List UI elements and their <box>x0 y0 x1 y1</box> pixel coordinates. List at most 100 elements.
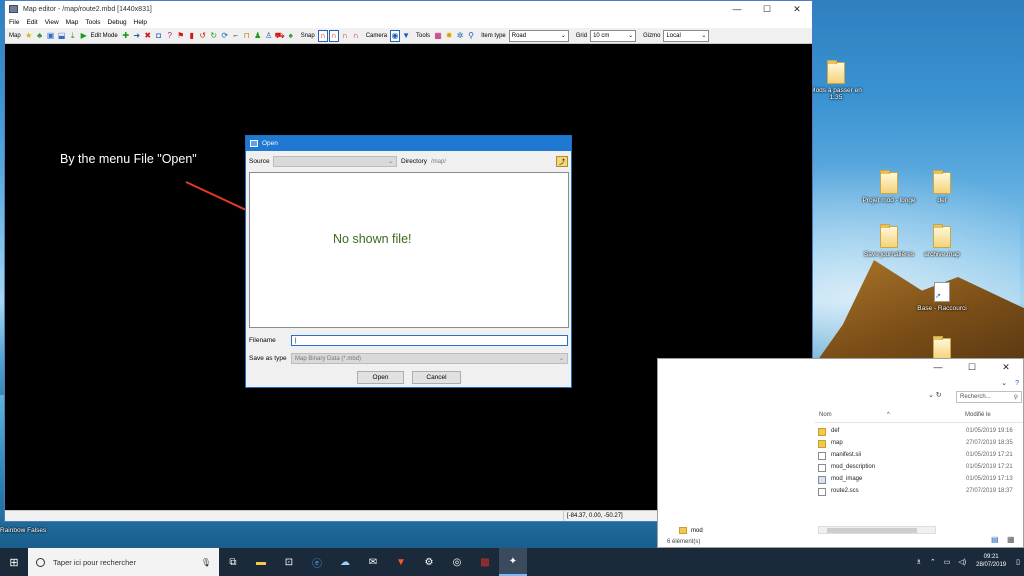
move-icon[interactable]: ➜ <box>132 30 142 41</box>
curve-icon[interactable]: ↺ <box>198 30 208 41</box>
car-icon[interactable]: ⛟ <box>275 30 285 41</box>
maximize-icon[interactable]: ☐ <box>955 359 989 375</box>
bench-icon[interactable]: ⊓ <box>242 30 252 41</box>
delete-icon[interactable]: ✖ <box>143 30 153 41</box>
menu-file[interactable]: File <box>9 19 19 26</box>
settings-icon[interactable]: ⚙ <box>415 548 443 576</box>
network-icon[interactable]: ▭ <box>944 558 951 566</box>
sun-icon[interactable]: ✹ <box>444 30 454 41</box>
mail-icon[interactable]: ✉ <box>359 548 387 576</box>
camera-fly-icon[interactable]: ▼ <box>401 30 411 41</box>
maximize-icon[interactable]: ☐ <box>752 1 782 17</box>
microphone-icon[interactable]: 🎙 <box>201 558 211 567</box>
chevron-down-icon[interactable]: ⌄ <box>1001 379 1007 387</box>
desktop-icon-archive[interactable]: archive.map <box>910 224 974 258</box>
menu-view[interactable]: View <box>45 19 59 26</box>
file-explorer-icon[interactable]: ▬ <box>247 548 275 576</box>
question-icon[interactable]: ? <box>165 30 175 41</box>
minimize-icon[interactable]: — <box>921 359 955 375</box>
desktop-icon-rainbow[interactable]: Rainbow Falses <box>0 527 60 534</box>
minimize-icon[interactable]: — <box>722 1 752 17</box>
folder-up-icon[interactable]: ⤴ <box>556 156 568 167</box>
tree-icon[interactable]: ♠ <box>286 30 296 41</box>
store-icon[interactable]: ⊡ <box>275 548 303 576</box>
marker-icon[interactable]: ▮ <box>187 30 197 41</box>
menu-tools[interactable]: Tools <box>85 19 100 26</box>
help-icon[interactable]: ? <box>1015 380 1019 387</box>
media-icon[interactable]: ▩ <box>471 548 499 576</box>
new-icon[interactable]: ♣ <box>35 30 45 41</box>
rotate-icon[interactable]: ↻ <box>209 30 219 41</box>
scrollbar-thumb[interactable] <box>827 528 917 533</box>
save-as-type-select[interactable]: Map Binary Data (*.mbd) ⌄ <box>291 353 568 364</box>
editor-titlebar[interactable]: Map editor - /map/route2.mbd [1440x831] … <box>5 1 812 17</box>
star-icon[interactable]: ★ <box>24 30 34 41</box>
walker-icon[interactable]: ♙ <box>264 30 274 41</box>
edge-icon[interactable]: ⓔ <box>303 548 331 576</box>
export-icon[interactable]: ⬓ <box>57 30 67 41</box>
volume-icon[interactable]: ◁) <box>958 558 966 566</box>
snap-grid-icon[interactable]: ∩ <box>340 30 350 41</box>
help-icon[interactable]: ◘ <box>154 30 164 41</box>
column-name[interactable]: Nom <box>819 412 832 418</box>
play-icon[interactable]: ▶ <box>79 30 89 41</box>
taskbar-search-input[interactable]: Taper ici pour rechercher 🎙 <box>28 548 219 576</box>
loop-icon[interactable]: ⟳ <box>220 30 230 41</box>
download-icon[interactable]: ⤓ <box>68 30 78 41</box>
tiles-view-icon[interactable]: ▦ <box>1007 535 1015 544</box>
palette-icon[interactable]: ▦ <box>433 30 443 41</box>
people-icon[interactable]: ♗ <box>916 558 922 566</box>
footer-folder[interactable]: mod <box>679 527 703 534</box>
explorer-search-input[interactable]: Recherch... ⚲ <box>956 391 1022 403</box>
menu-edit[interactable]: Edit <box>26 19 37 26</box>
snap-magnet-icon[interactable]: ∩ <box>317 29 328 42</box>
file-row[interactable]: def 01/05/2019 19:16 <box>818 427 1023 438</box>
dialog-titlebar[interactable]: Open <box>246 136 571 151</box>
close-icon[interactable]: ✕ <box>989 359 1023 375</box>
menu-map[interactable]: Map <box>66 19 79 26</box>
file-row[interactable]: manifest.sii 01/05/2019 17:21 <box>818 451 1023 462</box>
tray-expand-icon[interactable]: ⌃ <box>930 558 936 566</box>
file-row[interactable]: mod_description 01/05/2019 17:21 <box>818 463 1023 474</box>
cancel-button[interactable]: Cancel <box>412 371 461 384</box>
explorer-titlebar[interactable]: — ☐ ✕ <box>658 359 1023 375</box>
open-button[interactable]: Open <box>357 371 404 384</box>
bracket-icon[interactable]: ⌐ <box>231 30 241 41</box>
desktop-icon-base-shortcut[interactable]: Base - Raccourci <box>910 282 974 312</box>
task-view-icon[interactable]: ⧉ <box>219 548 247 576</box>
snap-node-icon[interactable]: ∩ <box>351 30 361 41</box>
refresh-icon[interactable]: ⌄ ↻ <box>928 391 942 399</box>
menu-debug[interactable]: Debug <box>108 19 127 26</box>
details-view-icon[interactable]: ▤ <box>991 535 999 544</box>
notifications-icon[interactable]: ▯ <box>1016 558 1020 566</box>
grid-select[interactable]: 10 cm ⌄ <box>590 29 637 42</box>
search-icon[interactable]: ⚲ <box>466 30 476 41</box>
file-row[interactable]: route2.scs 27/07/2019 18:37 <box>818 487 1023 498</box>
camera-orbit-icon[interactable]: ◉ <box>390 29 401 42</box>
taskbar-clock[interactable]: 09:21 28/07/2019 <box>976 554 1006 570</box>
desktop-icon-mods[interactable]: Mods à passer en 1.35 <box>804 60 868 101</box>
snap-point-icon[interactable]: ∩ <box>328 29 339 42</box>
save-icon[interactable]: ▣ <box>46 30 56 41</box>
menu-help[interactable]: Help <box>134 19 147 26</box>
column-modified[interactable]: Modifié le <box>965 412 991 418</box>
cloud-icon[interactable]: ☁ <box>331 548 359 576</box>
horizontal-scrollbar[interactable] <box>818 526 936 534</box>
file-row[interactable]: mod_image 01/05/2019 17:13 <box>818 475 1023 486</box>
add-icon[interactable]: ✚ <box>121 30 131 41</box>
flag-icon[interactable]: ⚑ <box>176 30 186 41</box>
filename-input[interactable]: | <box>291 335 568 346</box>
gear-icon[interactable]: ✲ <box>455 30 465 41</box>
desktop-icon-def[interactable]: def <box>910 170 974 204</box>
map-editor-task-icon[interactable]: ✦ <box>499 548 527 576</box>
close-icon[interactable]: ✕ <box>782 1 812 17</box>
brave-icon[interactable]: ▼ <box>387 548 415 576</box>
steam-icon[interactable]: ◎ <box>443 548 471 576</box>
person-icon[interactable]: ♟ <box>253 30 263 41</box>
item-type-select[interactable]: Road ⌄ <box>508 29 569 42</box>
gizmo-select[interactable]: Local ⌄ <box>663 29 710 42</box>
windows-start-icon[interactable]: ⊞ <box>0 548 28 576</box>
source-select[interactable]: ⌄ <box>273 156 397 167</box>
file-list[interactable] <box>249 172 569 328</box>
file-row[interactable]: map 27/07/2019 18:35 <box>818 439 1023 450</box>
